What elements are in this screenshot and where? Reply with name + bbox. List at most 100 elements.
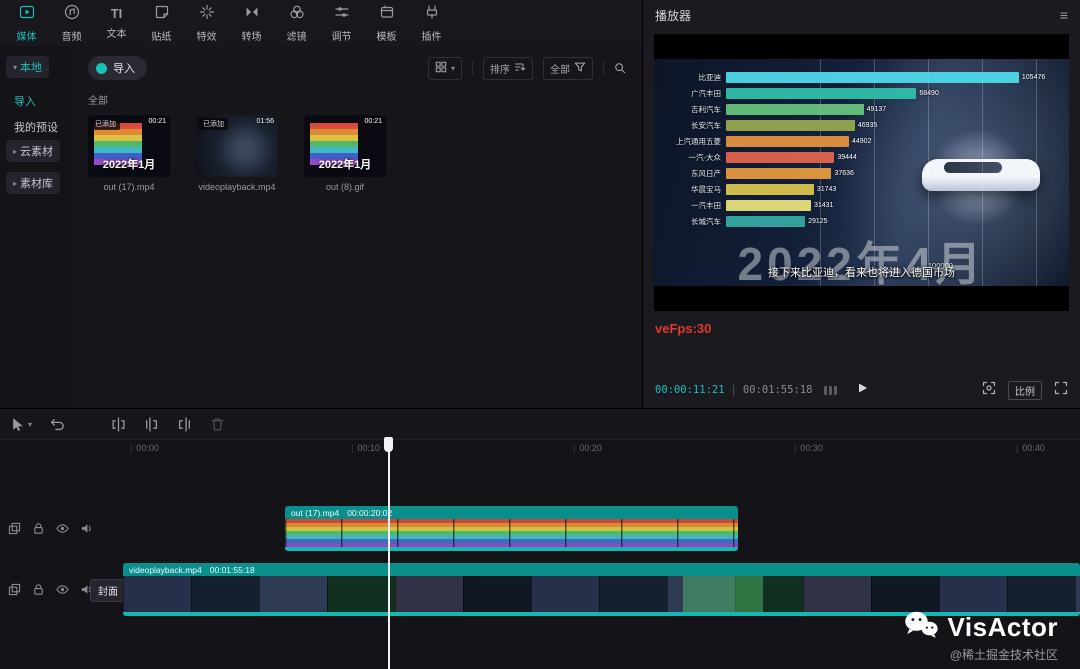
tab-label: 贴纸: [151, 31, 172, 43]
import-button[interactable]: 导入: [88, 56, 147, 80]
sidebar-section-label: 本地: [20, 62, 43, 74]
media-item[interactable]: 2022年1月 00:21 out (8).gif: [304, 115, 386, 192]
grid-view-icon: [435, 61, 447, 76]
overlap-icon[interactable]: [8, 583, 21, 601]
speed-icon[interactable]: [824, 385, 838, 395]
fit-screen-icon[interactable]: [982, 381, 996, 400]
bar: [726, 87, 917, 99]
current-timecode: 00:00:11:21: [655, 384, 725, 396]
lock-icon[interactable]: [32, 583, 45, 601]
tab-label: 转场: [241, 31, 262, 43]
lock-icon[interactable]: [32, 522, 45, 540]
bar: [726, 71, 1019, 83]
bar-label: 广汽丰田: [691, 88, 721, 98]
tab-label: 媒体: [16, 31, 37, 43]
bar-value: 31431: [813, 201, 834, 209]
tab-label: 文本: [106, 29, 127, 40]
sort-button-label: 排序: [490, 64, 510, 76]
trim-right-button[interactable]: [177, 416, 192, 432]
bar-label: 上汽通用五菱: [676, 136, 721, 146]
sidebar-section-library[interactable]: ▸ 素材库: [6, 172, 61, 194]
playhead-handle[interactable]: [384, 437, 393, 452]
tab-label: 音频: [61, 31, 82, 43]
filter-all-button[interactable]: 全部: [543, 56, 593, 80]
tab-label: 调节: [331, 31, 352, 43]
tab-effects[interactable]: 特效: [184, 4, 229, 43]
tab-label: 特效: [196, 31, 217, 43]
bar-label: 东风日产: [691, 168, 721, 178]
filter-icon: [289, 4, 305, 25]
sidebar-item-import[interactable]: 导入: [6, 88, 66, 114]
fps-counter: veFps:30: [655, 321, 712, 336]
effects-icon: [199, 4, 215, 25]
tab-plugin[interactable]: 插件: [409, 4, 454, 43]
tab-template[interactable]: 模板: [364, 4, 409, 43]
tab-filter[interactable]: 滤镜: [274, 4, 319, 43]
timecode-separator: |: [730, 384, 737, 396]
timeline-panel: ▾ | 00:00 | 00:10 | 00:20 | 00:30 | 00:40: [0, 408, 1080, 669]
time-ruler[interactable]: | 00:00 | 00:10 | 00:20 | 00:30 | 00:40: [0, 439, 1080, 455]
trim-left-button[interactable]: [144, 416, 159, 432]
overlap-icon[interactable]: [8, 522, 21, 540]
duration-label: 00:21: [148, 118, 166, 125]
search-button[interactable]: [614, 62, 626, 74]
eye-icon[interactable]: [56, 522, 69, 540]
total-timecode: 00:01:55:18: [742, 384, 813, 396]
text-icon: TI: [110, 6, 123, 21]
media-thumbnail: 已添加 01:56: [196, 115, 278, 177]
speaker-icon[interactable]: [80, 522, 93, 540]
fullscreen-icon[interactable]: [1054, 381, 1068, 400]
sidebar-section-label: 素材库: [20, 178, 54, 190]
tab-adjust[interactable]: 调节: [319, 4, 364, 43]
tab-media[interactable]: 媒体: [4, 4, 49, 43]
timeline-toolbar: ▾: [0, 409, 1080, 439]
bar-label: 比亚迪: [698, 72, 722, 82]
sort-icon: [514, 61, 526, 76]
clip-name: videoplayback.mp4: [129, 564, 202, 575]
transition-icon: [244, 4, 260, 25]
player-controls: 00:00:11:21 | 00:01:55:18 比例: [643, 372, 1080, 408]
split-button[interactable]: [111, 416, 126, 432]
media-group-label: 全部: [88, 96, 108, 107]
thumbnail-date-overlay: 2022年1月: [102, 159, 156, 171]
video-preview[interactable]: 比亚迪 105476 广汽丰田 68490 吉利汽车 49137 长安汽车 46935 …: [654, 34, 1069, 311]
media-thumbnail: 2022年1月 00:21: [304, 115, 386, 177]
filter-button-label: 全部: [550, 64, 570, 76]
sidebar-item-presets[interactable]: 我的预设: [6, 114, 66, 140]
media-panel: 导入 ▾ 排序 全部 全部 2022年1月 已添加 00:21 out (17)…: [72, 46, 642, 408]
thumbnail-date-overlay: 2022年1月: [318, 159, 372, 171]
tab-label: 模板: [376, 31, 397, 43]
sidebar-section-local[interactable]: ▾ 本地: [6, 56, 50, 78]
media-sidebar: ▾ 本地 导入 我的预设 ▸ 云素材 ▸ 素材库: [0, 46, 72, 408]
tab-label: 插件: [421, 31, 442, 43]
tab-audio[interactable]: 音频: [49, 4, 94, 43]
bar-value: 105476: [1021, 73, 1046, 81]
tab-sticker[interactable]: 贴纸: [139, 4, 184, 43]
import-button-label: 导入: [113, 63, 135, 75]
play-button[interactable]: [855, 381, 869, 400]
timeline-clip-videoplayback[interactable]: videoplayback.mp4 00:01:55:18: [123, 563, 1080, 616]
undo-button[interactable]: [50, 417, 65, 432]
timeline-clip-out17[interactable]: out (17).mp4 00:00:20:02: [285, 506, 738, 551]
eye-icon[interactable]: [56, 583, 69, 601]
delete-button[interactable]: [210, 417, 225, 432]
playhead[interactable]: [384, 437, 393, 669]
media-thumbnail: 2022年1月 已添加 00:21: [88, 115, 170, 177]
bar-value: 39444: [837, 153, 857, 161]
media-item[interactable]: 2022年1月 已添加 00:21 out (17).mp4: [88, 115, 170, 192]
player-menu-icon[interactable]: ≡: [1060, 7, 1068, 23]
sort-button[interactable]: 排序: [483, 56, 533, 80]
tab-text[interactable]: TI 文本: [94, 6, 139, 40]
sidebar-section-cloud[interactable]: ▸ 云素材: [6, 140, 61, 162]
cover-button[interactable]: 封面: [90, 579, 126, 602]
media-item[interactable]: 已添加 01:56 videoplayback.mp4: [196, 115, 278, 192]
view-mode-button[interactable]: ▾: [427, 56, 462, 80]
tab-transition[interactable]: 转场: [229, 4, 274, 43]
bar-label: 一汽-大众: [688, 152, 722, 162]
bar-value: 31743: [816, 185, 837, 193]
ratio-button[interactable]: 比例: [1008, 380, 1042, 400]
bar: [726, 103, 864, 115]
clip-footer: [285, 547, 738, 551]
ruler-label: 00:20: [579, 443, 602, 453]
select-tool-button[interactable]: ▾: [10, 417, 32, 432]
